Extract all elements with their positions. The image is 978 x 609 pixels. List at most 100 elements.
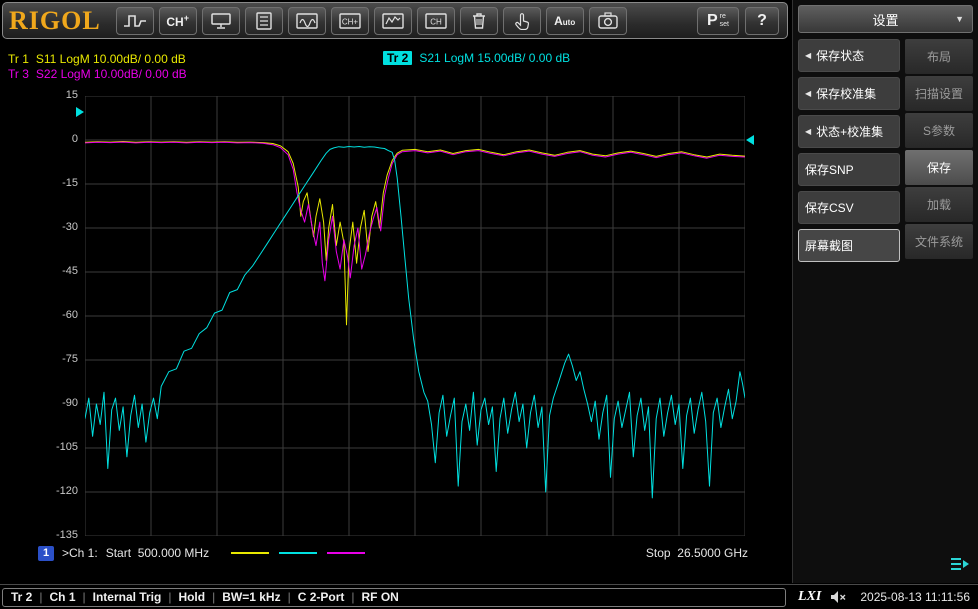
status-item: C 2-Port: [297, 590, 345, 604]
y-axis-tick: -45: [62, 265, 78, 277]
preset-button[interactable]: P re set: [697, 6, 739, 35]
status-separator: |: [168, 590, 172, 604]
auto-scale-button[interactable]: Auto: [545, 6, 584, 35]
menu-item-label: 状态+校准集: [816, 125, 884, 139]
collapse-menu-icon[interactable]: [948, 556, 970, 577]
menu-item-save-state[interactable]: ◀ 保存状态: [798, 39, 900, 72]
toolbar: RIGOL CH+ CH+ CH Auto P re set ?: [2, 2, 788, 39]
trace-text-tr1: S11 LogM 10.00dB/ 0.00 dB: [35, 52, 186, 66]
menu-item-save-snp[interactable]: 保存SNP: [798, 153, 900, 186]
touch-icon[interactable]: [502, 6, 541, 35]
preset-top-label: re: [719, 12, 726, 20]
window-channel-icon[interactable]: CH: [416, 6, 455, 35]
window-add-channel-icon[interactable]: CH+: [330, 6, 369, 35]
y-axis-tick: 0: [71, 133, 78, 145]
status-separator: |: [351, 590, 355, 604]
channel-number-badge: 1: [38, 545, 54, 561]
tab-sweep-settings[interactable]: 扫描设置: [905, 76, 973, 111]
menu-item-label: 屏幕截图: [805, 239, 854, 253]
chevron-down-icon: ▼: [955, 14, 964, 24]
status-item: Tr 2: [11, 590, 33, 604]
legend-swatch: [327, 552, 366, 554]
panel-title: 设置: [872, 12, 899, 28]
y-axis-tick: -75: [62, 353, 78, 365]
y-axis-tick: -60: [62, 309, 78, 321]
soft-menu-column: ◀ 保存状态 ◀ 保存校准集 ◀ 状态+校准集 保存SNP 保存CSV 屏幕截图: [798, 39, 900, 262]
chart-footer: 1 >Ch 1: Start 500.000 MHz Stop 26.5000 …: [38, 544, 748, 562]
status-separator: |: [82, 590, 86, 604]
preset-sublabel: re set: [720, 13, 729, 29]
y-axis-tick: -135: [55, 529, 78, 541]
trace-label-tr3[interactable]: Tr 3 S22 LogM 10.00dB/ 0.00 dB: [8, 67, 187, 81]
y-axis-tick: -105: [55, 441, 78, 453]
display-layout-icon[interactable]: [201, 6, 240, 35]
toolbar-right-group: P re set ?: [697, 6, 779, 35]
help-button[interactable]: ?: [745, 6, 779, 35]
help-label: ?: [757, 11, 767, 29]
lxi-logo: LXI: [798, 589, 822, 604]
status-bar: Tr 2 | Ch 1 | Internal Trig | Hold | BW=1 kHz | C …: [0, 584, 978, 609]
ref-level-marker-right: [746, 135, 754, 145]
status-separator: |: [212, 590, 216, 604]
trace-badge-tr3: Tr 3: [8, 67, 29, 81]
svg-text:CH: CH: [430, 17, 442, 26]
y-axis-tick: -120: [55, 485, 78, 497]
preset-bottom-label: set: [719, 20, 729, 28]
plot-grid: [85, 96, 745, 536]
menu-item-screenshot[interactable]: 屏幕截图: [798, 229, 900, 262]
trace-badge-tr1: Tr 1: [8, 52, 29, 66]
stop-frequency-label: Stop 26.5000 GHz: [645, 546, 748, 560]
tab-s-parameters[interactable]: S参数: [905, 113, 973, 148]
menu-item-label: 保存状态: [816, 49, 865, 63]
submenu-left-icon: ◀: [805, 127, 812, 136]
rigol-logo: RIGOL: [9, 5, 101, 35]
start-frequency-label: Start 500.000 MHz: [105, 546, 210, 560]
trace-text-tr3: S22 LogM 10.00dB/ 0.00 dB: [35, 67, 187, 81]
status-item: RF ON: [361, 590, 399, 604]
trace-badge-tr2: Tr 2: [383, 51, 413, 65]
side-panel: 设置 ▼ ◀ 保存状态 ◀ 保存校准集 ◀ 状态+校准集 保存SNP 保存CSV 屏幕截图 布局…: [792, 0, 978, 583]
menu-item-save-cal-set[interactable]: ◀ 保存校准集: [798, 77, 900, 110]
menu-item-label: 保存CSV: [805, 201, 854, 215]
status-item: Ch 1: [49, 590, 76, 604]
meas-pulse-icon[interactable]: [115, 6, 154, 35]
screenshot-icon[interactable]: [588, 6, 627, 35]
panel-header-dropdown[interactable]: 设置 ▼: [798, 5, 973, 33]
status-item: BW=1 kHz: [222, 590, 281, 604]
status-item: Hold: [178, 590, 206, 604]
window-trace-icon[interactable]: [373, 6, 412, 35]
trace-label-tr1[interactable]: Tr 1 S11 LogM 10.00dB/ 0.00 dB: [8, 52, 186, 66]
status-item: Internal Trig: [92, 590, 162, 604]
menu-item-label: 保存SNP: [805, 163, 854, 177]
tab-save[interactable]: 保存: [905, 150, 973, 185]
panel-body: ◀ 保存状态 ◀ 保存校准集 ◀ 状态+校准集 保存SNP 保存CSV 屏幕截图 布局 扫描设置 S…: [798, 39, 973, 262]
window-waveform-icon[interactable]: [287, 6, 326, 35]
tab-layout[interactable]: 布局: [905, 39, 973, 74]
tab-load[interactable]: 加载: [905, 187, 973, 222]
speaker-muted-icon: [830, 590, 846, 604]
ref-level-marker-left: [76, 107, 84, 118]
vna-screen: RIGOL CH+ CH+ CH Auto P re set ? Tr 1 S11 L…: [0, 0, 978, 609]
menu-item-label: 保存校准集: [816, 87, 877, 101]
legend-swatch: [231, 552, 270, 554]
toolbar-buttons: CH+ CH+ CH Auto: [115, 6, 627, 35]
add-channel-button[interactable]: CH+: [158, 6, 197, 35]
preset-label: P: [706, 11, 718, 29]
tab-file-system[interactable]: 文件系统: [905, 224, 973, 259]
status-items-box: Tr 2 | Ch 1 | Internal Trig | Hold | BW=1 kHz | C …: [2, 587, 786, 607]
y-axis-tick: 15: [65, 89, 78, 101]
delete-icon[interactable]: [459, 6, 498, 35]
datetime-label: 2025-08-13 11:11:56: [860, 590, 970, 604]
y-axis-tick: -15: [62, 177, 78, 189]
trace-list-icon[interactable]: [244, 6, 283, 35]
menu-item-save-csv[interactable]: 保存CSV: [798, 191, 900, 224]
svg-text:CH+: CH+: [342, 17, 359, 26]
y-axis-tick: -90: [62, 397, 78, 409]
submenu-left-icon: ◀: [805, 51, 812, 60]
menu-item-state-plus-cal-set[interactable]: ◀ 状态+校准集: [798, 115, 900, 148]
legend-swatch: [279, 552, 318, 554]
trace-text-tr2: S21 LogM 15.00dB/ 0.00 dB: [419, 51, 571, 65]
side-tab-column: 布局 扫描设置 S参数 保存 加载 文件系统: [905, 39, 973, 262]
channel-label: >Ch 1:: [62, 546, 98, 560]
trace-label-tr2[interactable]: Tr 2 S21 LogM 15.00dB/ 0.00 dB: [383, 51, 570, 65]
